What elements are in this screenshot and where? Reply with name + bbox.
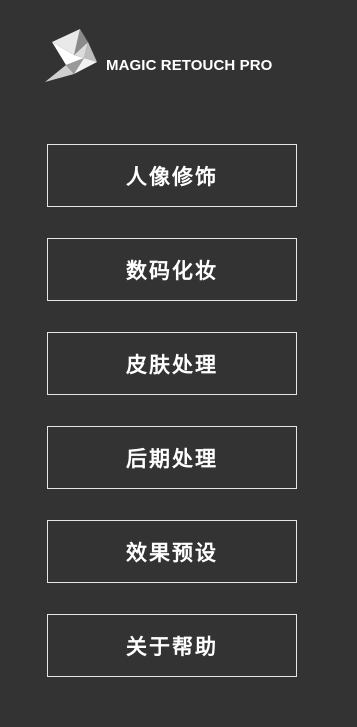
effect-presets-button[interactable]: 效果预设 bbox=[47, 520, 297, 583]
main-menu: 人像修饰 数码化妆 皮肤处理 后期处理 效果预设 关于帮助 bbox=[47, 144, 297, 708]
panel-header: MAGIC RETOUCH PRO bbox=[44, 28, 314, 84]
digital-makeup-button[interactable]: 数码化妆 bbox=[47, 238, 297, 301]
magic-retouch-panel: MAGIC RETOUCH PRO 人像修饰 数码化妆 皮肤处理 后期处理 效果… bbox=[0, 0, 357, 727]
about-help-button[interactable]: 关于帮助 bbox=[47, 614, 297, 677]
post-processing-button[interactable]: 后期处理 bbox=[47, 426, 297, 489]
skin-processing-button[interactable]: 皮肤处理 bbox=[47, 332, 297, 395]
app-name: MAGIC RETOUCH PRO bbox=[106, 57, 273, 74]
origami-bird-icon bbox=[45, 29, 97, 82]
portrait-retouch-button[interactable]: 人像修饰 bbox=[47, 144, 297, 207]
